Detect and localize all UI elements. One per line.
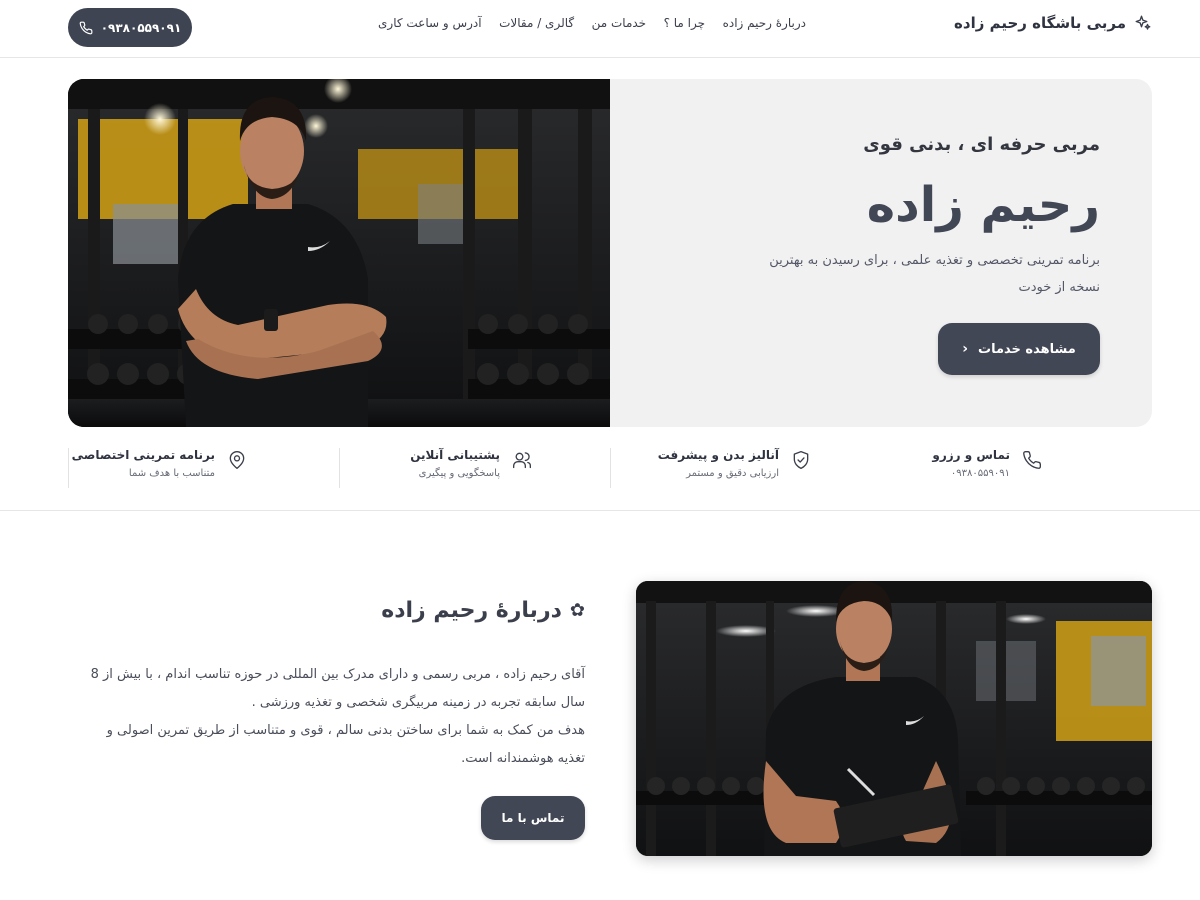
map-pin-icon [229, 451, 245, 469]
view-services-button[interactable]: مشاهده خدمات ‹ [938, 323, 1100, 375]
shield-check-icon [793, 451, 809, 469]
about-paragraph-2: هدف من کمک به شما برای ساختن بدنی سالم ،… [106, 723, 585, 766]
feature-subtitle: ارزیابی دقیق و مستمر [686, 468, 779, 479]
site-header: مربی باشگاه رحیم زاده دربارهٔ رحیم زاده … [0, 0, 1200, 58]
nav-item-address[interactable]: آدرس و ساعت کاری [378, 16, 482, 30]
hero-text: مربی حرفه ای ، بدنی قوی رحیم زاده برنامه… [628, 79, 1100, 427]
feature-contact[interactable]: تماس و رزرو ۰۹۳۸۰۵۵۹۰۹۱ [881, 448, 1152, 488]
feature-body-analysis[interactable]: آنالیز بدن و پیشرفت ارزیابی دقیق و مستمر [610, 448, 881, 488]
about-trainer-photo [636, 581, 1152, 856]
sparkle-icon [1135, 15, 1151, 30]
chevron-left-icon: ‹ [962, 341, 969, 357]
nav-item-services[interactable]: خدمات من [592, 16, 646, 30]
feature-online-support[interactable]: پشتیبانی آنلاین پاسخگویی و پیگیری [339, 448, 610, 488]
brand-title: مربی باشگاه رحیم زاده [954, 14, 1126, 32]
feature-subtitle: پاسخگویی و پیگیری [418, 468, 500, 479]
feature-title: تماس و رزرو [932, 448, 1010, 462]
flower-icon: ✿ [569, 600, 585, 621]
feature-title: پشتیبانی آنلاین [410, 448, 500, 462]
phone-icon [79, 21, 93, 34]
phone-button[interactable]: ۰۹۳۸۰۵۵۹۰۹۱ [68, 8, 192, 47]
view-services-label: مشاهده خدمات [978, 341, 1076, 357]
feature-subtitle: ۰۹۳۸۰۵۵۹۰۹۱ [950, 468, 1010, 479]
about-paragraph-1: آقای رحیم زاده ، مربی رسمی و دارای مدرک … [90, 667, 585, 710]
main-nav: دربارهٔ رحیم زاده چرا ما ؟ خدمات من گالر… [378, 16, 806, 30]
about-section: ✿ دربارهٔ رحیم زاده آقای رحیم زاده ، مرب… [80, 598, 585, 773]
phone-button-label: ۰۹۳۸۰۵۵۹۰۹۱ [100, 20, 182, 35]
features-strip: تماس و رزرو ۰۹۳۸۰۵۵۹۰۹۱ آنالیز بدن و پیش… [68, 448, 1152, 488]
hero-section: مربی حرفه ای ، بدنی قوی رحیم زاده برنامه… [68, 79, 1152, 427]
feature-subtitle: متناسب با هدف شما [128, 468, 215, 479]
nav-item-about[interactable]: دربارهٔ رحیم زاده [723, 16, 806, 30]
feature-title: آنالیز بدن و پیشرفت [657, 448, 779, 462]
nav-item-why-us[interactable]: چرا ما ؟ [664, 16, 705, 30]
users-icon [513, 452, 531, 469]
section-divider [0, 510, 1200, 511]
hero-description: برنامه تمرینی تخصصی و تغذیه علمی ، برای … [769, 253, 1100, 295]
nav-item-gallery[interactable]: گالری / مقالات [499, 16, 574, 30]
brand[interactable]: مربی باشگاه رحیم زاده [954, 14, 1152, 32]
hero-title: رحیم زاده [866, 177, 1100, 233]
contact-us-button[interactable]: تماس با ما [481, 796, 585, 840]
about-title: ✿ دربارهٔ رحیم زاده [80, 598, 585, 623]
hero-subtitle: مربی حرفه ای ، بدنی قوی [863, 134, 1100, 155]
about-paragraph: آقای رحیم زاده ، مربی رسمی و دارای مدرک … [80, 661, 585, 773]
feature-custom-program[interactable]: برنامه تمرینی اختصاصی متناسب با هدف شما [68, 448, 339, 488]
phone-icon [1023, 450, 1042, 469]
feature-title: برنامه تمرینی اختصاصی [71, 448, 215, 462]
about-title-text: دربارهٔ رحیم زاده [381, 598, 562, 623]
hero-trainer-photo [68, 79, 610, 427]
